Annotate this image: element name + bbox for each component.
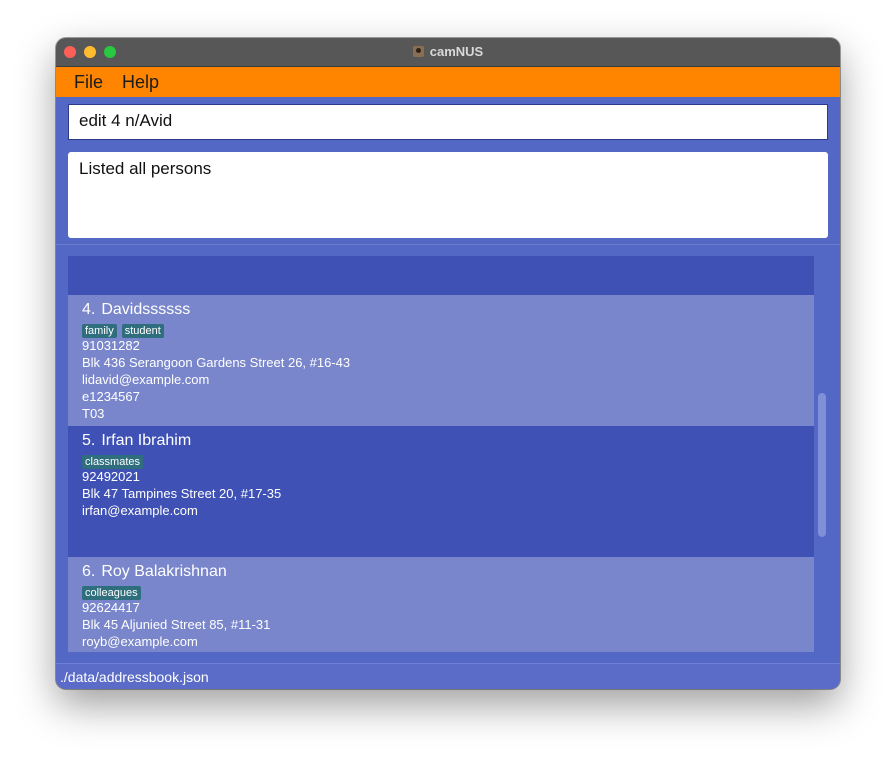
person-email: royb@example.com bbox=[82, 634, 198, 649]
window-title: camNUS bbox=[429, 44, 484, 59]
tag-list: colleagues bbox=[82, 583, 146, 600]
command-box[interactable]: edit 4 n/Avid bbox=[68, 104, 828, 140]
person-card[interactable]: 5. Irfan Ibrahim classmates 92492021 Blk … bbox=[68, 426, 814, 557]
menu-file[interactable]: File bbox=[74, 72, 103, 93]
person-student-id: e1234567 bbox=[82, 389, 140, 404]
person-name: 5. Irfan Ibrahim bbox=[82, 432, 191, 450]
person-name: 4. Davidssssss bbox=[82, 301, 190, 319]
tag-list: family student bbox=[82, 321, 169, 338]
list-item[interactable] bbox=[68, 256, 814, 295]
result-display[interactable]: Listed all persons bbox=[68, 152, 828, 238]
person-address: Blk 436 Serangoon Gardens Street 26, #16… bbox=[82, 355, 351, 370]
tag: classmates bbox=[82, 455, 144, 469]
person-name-text: Davidssssss bbox=[101, 301, 191, 318]
title-bar[interactable]: camNUS bbox=[56, 38, 840, 67]
app-window: camNUS File Help edit 4 n/Avid Listed al… bbox=[56, 38, 840, 689]
person-email: lidavid@example.com bbox=[82, 372, 210, 387]
list-scrollbar[interactable] bbox=[818, 393, 826, 537]
person-card[interactable]: 4. Davidssssss family student 91031282 Blk… bbox=[68, 295, 814, 426]
person-name-text: Irfan Ibrahim bbox=[101, 432, 192, 449]
tag: family bbox=[82, 324, 117, 338]
result-message: Listed all persons bbox=[79, 159, 212, 178]
person-name: 6. Roy Balakrishnan bbox=[82, 563, 227, 581]
person-list[interactable]: 4. Davidssssss family student 91031282 Blk… bbox=[68, 256, 814, 652]
divider bbox=[56, 244, 840, 245]
person-address: Blk 47 Tampines Street 20, #17-35 bbox=[82, 486, 282, 501]
tag: colleagues bbox=[82, 586, 141, 600]
person-tutorial: T03 bbox=[82, 406, 105, 421]
person-index: 6. bbox=[82, 563, 96, 580]
person-phone: 91031282 bbox=[82, 338, 140, 353]
address-book-icon bbox=[412, 46, 424, 57]
person-address: Blk 45 Aljunied Street 85, #11-31 bbox=[82, 617, 271, 632]
command-input[interactable]: edit 4 n/Avid bbox=[79, 111, 172, 131]
menu-bar: File Help bbox=[56, 67, 840, 97]
window-title-area: camNUS bbox=[56, 44, 840, 59]
menu-help[interactable]: Help bbox=[122, 72, 159, 93]
person-phone: 92492021 bbox=[82, 469, 140, 484]
person-phone: 92624417 bbox=[82, 600, 140, 615]
tag-list: classmates bbox=[82, 452, 148, 469]
person-name-text: Roy Balakrishnan bbox=[101, 563, 227, 580]
person-email: irfan@example.com bbox=[82, 503, 198, 518]
save-location: ./data/addressbook.json bbox=[60, 669, 209, 685]
status-bar: ./data/addressbook.json bbox=[56, 663, 840, 689]
person-card[interactable]: 6. Roy Balakrishnan colleagues 92624417 B… bbox=[68, 557, 814, 652]
person-index: 4. bbox=[82, 301, 96, 318]
tag: student bbox=[121, 324, 164, 338]
person-index: 5. bbox=[82, 432, 96, 449]
